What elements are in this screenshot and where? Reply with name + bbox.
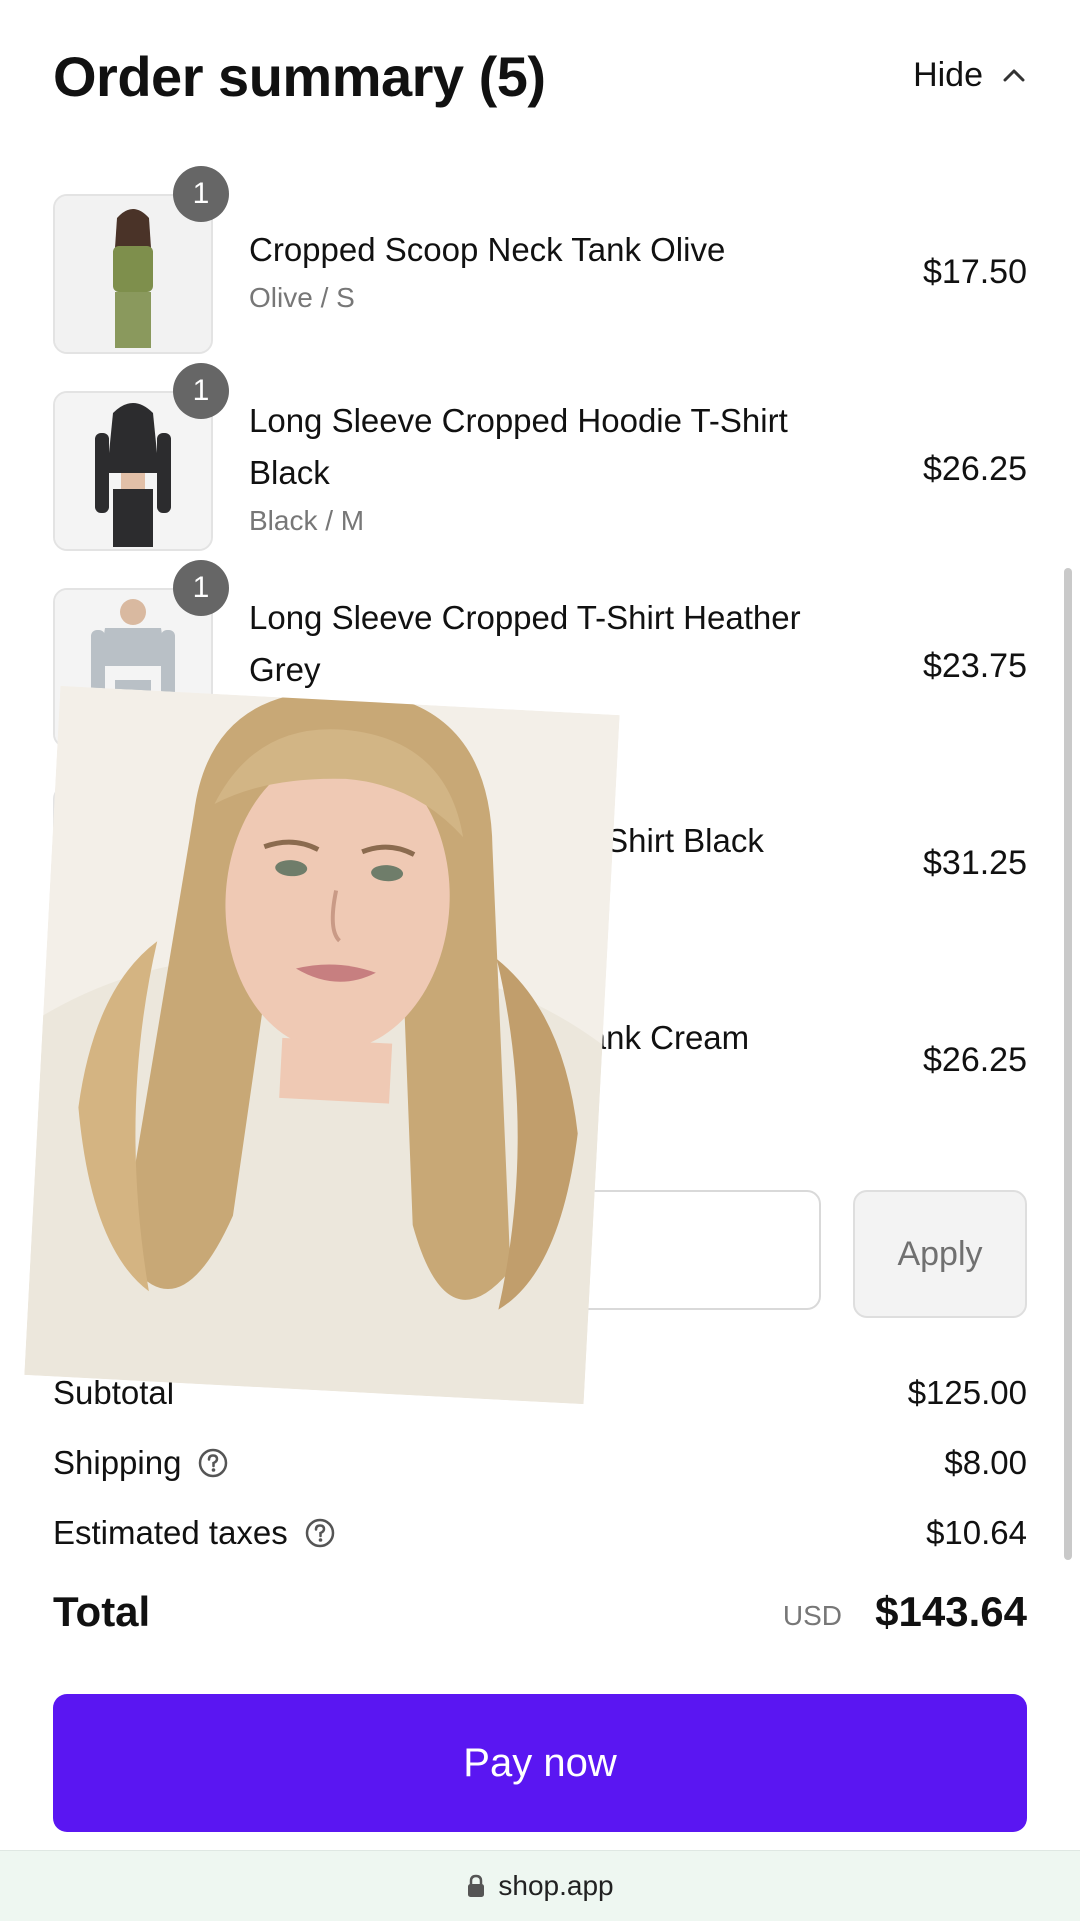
product-variant: Olive / S [249, 282, 355, 313]
quantity-badge: 1 [173, 166, 229, 222]
product-price: $26.25 [923, 450, 1027, 488]
chevron-up-icon [1003, 69, 1025, 81]
product-name: Long Sleeve Cropped Hoodie T-Shirt Black [249, 402, 788, 491]
presenter-video-overlay [24, 685, 620, 1405]
total-label: Total [53, 1588, 151, 1635]
hide-label: Hide [913, 56, 983, 94]
question-circle-icon[interactable] [197, 1447, 229, 1479]
product-price: $31.25 [923, 844, 1027, 882]
pay-now-button[interactable]: Pay now [53, 1694, 1027, 1832]
product-image [55, 393, 211, 549]
shipping-label: Shipping [53, 1444, 182, 1481]
hide-summary-toggle[interactable]: Hide [913, 56, 1027, 95]
subtotal-value: $125.00 [907, 1374, 1027, 1411]
product-price: $23.75 [923, 647, 1027, 685]
browser-address-bar[interactable]: shop.app [0, 1850, 1080, 1921]
taxes-label: Estimated taxes [53, 1514, 288, 1551]
product-price: $17.50 [923, 253, 1027, 291]
product-price: $26.25 [923, 1041, 1027, 1079]
taxes-row: Estimated taxes $10.64 [53, 1503, 1027, 1563]
product-variant: Black / M [249, 505, 365, 536]
scrollbar[interactable] [1064, 568, 1072, 1560]
quantity-badge: 1 [173, 363, 229, 419]
total-row: Total USD $143.64 [53, 1580, 1027, 1644]
shipping-value: $8.00 [944, 1444, 1027, 1481]
order-summary-header: Order summary (5) Hide [53, 40, 1027, 112]
page-title: Order summary (5) [53, 45, 546, 108]
quantity-badge: 1 [173, 560, 229, 616]
total-value: $143.64 [875, 1588, 1027, 1635]
line-item: 1 Cropped Scoop Neck Tank Olive Olive / … [53, 166, 1027, 354]
product-name: Cropped Scoop Neck Tank Olive [249, 231, 726, 268]
line-item: 1 Long Sleeve Cropped Hoodie T-Shirt Bla… [53, 363, 1027, 551]
presenter-image [24, 685, 620, 1405]
product-name: Long Sleeve Cropped T-Shirt Heather Grey [249, 599, 801, 688]
total-currency: USD [782, 1600, 842, 1631]
apply-discount-button[interactable]: Apply [853, 1190, 1027, 1318]
question-circle-icon[interactable] [304, 1517, 336, 1549]
lock-icon [468, 1874, 485, 1897]
shipping-row: Shipping $8.00 [53, 1433, 1027, 1493]
taxes-value: $10.64 [926, 1514, 1027, 1551]
url-text: shop.app [498, 1870, 614, 1901]
product-image [55, 196, 211, 352]
